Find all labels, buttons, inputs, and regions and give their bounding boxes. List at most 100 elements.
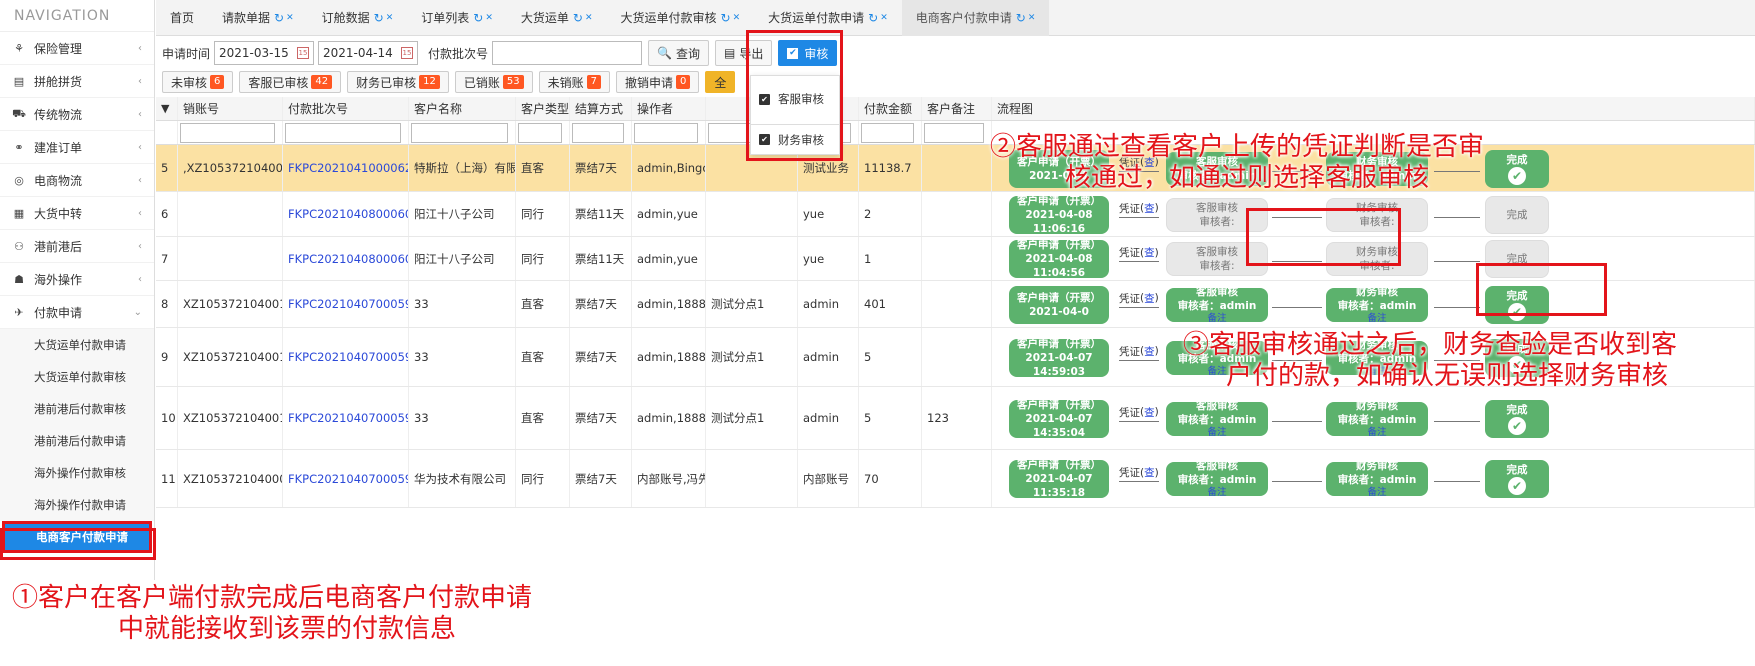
voucher-link[interactable]: 凭证(查) [1119,201,1159,216]
tab[interactable]: 订舱数据 ↻ ✕ [308,0,408,36]
batch-input[interactable] [492,41,643,65]
filter-button[interactable]: 撤销申请 0 [616,71,700,93]
close-icon[interactable]: ✕ [386,0,394,36]
voucher-link[interactable]: 凭证(查) [1119,245,1159,260]
batch-link[interactable]: FKPC202104100006201 [283,145,409,191]
calendar-icon[interactable]: 15 [401,47,414,59]
nav-item[interactable]: ✈ 付款申请 ⌄ [0,296,154,329]
batch-link[interactable]: FKPC202104080006026 [283,237,409,280]
column-filter-input[interactable] [924,122,984,143]
tab[interactable]: 大货运单付款申请 ↻ ✕ [754,0,902,36]
audit-button[interactable]: ✔ 审核 [778,40,838,66]
tab[interactable]: 订单列表 ↻ ✕ [407,0,507,36]
remark-link[interactable]: 备注 [1166,427,1268,439]
column-filter-input[interactable] [518,122,562,143]
batch-link[interactable]: FKPC202104070005959 [283,281,409,327]
filter-button[interactable]: 财务已审核 12 [347,71,449,93]
nav-subitem[interactable]: 大货运单付款审核 [0,361,154,393]
batch-link[interactable]: FKPC202104080006027 [283,192,409,236]
voucher-link[interactable]: 凭证(查) [1119,465,1159,480]
filter-button[interactable]: 未审核 6 [162,71,234,93]
nav-item[interactable]: ⛟ 传统物流 ‹ [0,98,154,131]
date-from-field[interactable]: 2021-03-15 15 [214,41,315,65]
refresh-icon[interactable]: ↻ [573,0,583,36]
nav-item[interactable]: ⚇ 港前港后 ‹ [0,230,154,263]
batch-link[interactable]: FKPC202104070005917 [283,450,409,507]
calendar-icon[interactable]: 15 [297,47,310,59]
filter-button[interactable]: 未销账 7 [538,71,611,93]
nav-subitem[interactable]: 港前港后付款审核 [0,393,154,425]
column-filter-input[interactable] [285,122,401,143]
view-voucher-link[interactable]: 查 [1144,201,1155,216]
column-filter-input[interactable] [411,122,508,143]
close-icon[interactable]: ✕ [733,0,741,36]
filter-icon[interactable]: ▼ [156,97,178,120]
remark-link[interactable]: 备注 [1166,487,1268,499]
export-button[interactable]: ▤ 导出 [715,40,773,66]
nav-subitem[interactable]: 海外操作付款申请 [0,489,154,521]
table-row[interactable]: 11XZ1053721040009FKPC202104070005917华为技术… [156,450,1755,508]
batch-link[interactable]: FKPC202104070005948 [283,387,409,449]
close-icon[interactable]: ✕ [880,0,888,36]
nav-item[interactable]: ⚭ 建准订单 ‹ [0,131,154,164]
dropdown-item[interactable]: ✔ 财务审核 [751,124,839,154]
filter-button[interactable]: 全 [705,71,736,93]
table-row[interactable]: 7 FKPC202104080006026阳江十八子公司同行票结11天admin,… [156,237,1755,281]
flow-connector [1434,306,1480,308]
refresh-icon[interactable]: ↻ [721,0,731,36]
voucher-link[interactable]: 凭证(查) [1119,344,1159,359]
tab[interactable]: 电商客户付款申请 ↻ ✕ [901,0,1050,36]
nav-subitem[interactable]: 海外操作付款审核 [0,457,154,489]
flow-node: 财务审核 审核者：admin 备注 [1326,286,1428,325]
nav-item[interactable]: ⚘ 保险管理 ‹ [0,32,154,65]
nav-item[interactable]: ▤ 拼舱拼货 ‹ [0,65,154,98]
refresh-icon[interactable]: ↻ [374,0,384,36]
voucher-link[interactable]: 凭证(查) [1119,405,1159,420]
refresh-icon[interactable]: ↻ [473,0,483,36]
close-icon[interactable]: ✕ [585,0,593,36]
date-to-field[interactable]: 2021-04-14 15 [318,41,419,65]
nav-item[interactable]: ◎ 电商物流 ‹ [0,164,154,197]
filter-button[interactable]: 客服已审核 42 [239,71,342,93]
close-icon[interactable]: ✕ [286,0,294,36]
view-voucher-link[interactable]: 查 [1144,245,1155,260]
apply-date: 2021-04-07 14:35:04 [1025,412,1093,439]
view-voucher-link[interactable]: 查 [1144,405,1155,420]
tab[interactable]: 首页 [156,0,208,36]
remark-link[interactable]: 备注 [1326,313,1428,325]
remark-link[interactable]: 备注 [1326,487,1428,499]
voucher-link[interactable]: 凭证(查) [1119,291,1159,306]
tab[interactable]: 大货运单付款审核 ↻ ✕ [607,0,755,36]
table-row[interactable]: 8XZ1053721040013FKPC20210407000595933直客票… [156,281,1755,328]
query-button[interactable]: 🔍 查询 [648,40,709,66]
batch-link[interactable]: FKPC202104070005954 [283,328,409,386]
column-filter-input[interactable] [572,122,624,143]
column-filter-input[interactable] [634,122,698,143]
table-row[interactable]: 5,XZ1053721040017FKPC202104100006201特斯拉（… [156,145,1755,192]
tab[interactable]: 请款单据 ↻ ✕ [208,0,308,36]
view-voucher-link[interactable]: 查 [1144,291,1155,306]
remark-link[interactable]: 备注 [1166,313,1268,325]
flow-connector [1272,420,1322,422]
remark-link[interactable]: 备注 [1326,427,1428,439]
nav-item[interactable]: ☗ 海外操作 ‹ [0,263,154,296]
done-label: 完成 [1506,464,1528,476]
nav-subitem[interactable]: 港前港后付款申请 [0,425,154,457]
table-row[interactable]: 6 FKPC202104080006027阳江十八子公司同行票结11天admin,… [156,192,1755,237]
column-filter-input[interactable] [861,122,914,143]
tab[interactable]: 大货运单 ↻ ✕ [507,0,607,36]
nav-subitem[interactable]: 大货运单付款申请 [0,329,154,361]
close-icon[interactable]: ✕ [1028,0,1036,36]
view-voucher-link[interactable]: 查 [1144,344,1155,359]
nav-item[interactable]: ▦ 大货中转 ‹ [0,197,154,230]
view-voucher-link[interactable]: 查 [1144,465,1155,480]
dropdown-item[interactable]: ✔ 客服审核 [751,84,839,114]
refresh-icon[interactable]: ↻ [274,0,284,36]
table-row[interactable]: 10XZ1053721040011FKPC20210407000594833直客… [156,387,1755,450]
nav-subitem[interactable]: 电商客户付款申请 [2,521,152,553]
close-icon[interactable]: ✕ [485,0,493,36]
refresh-icon[interactable]: ↻ [1016,0,1026,36]
refresh-icon[interactable]: ↻ [868,0,878,36]
filter-button[interactable]: 已销账 53 [454,71,533,93]
column-filter-input[interactable] [180,122,275,143]
